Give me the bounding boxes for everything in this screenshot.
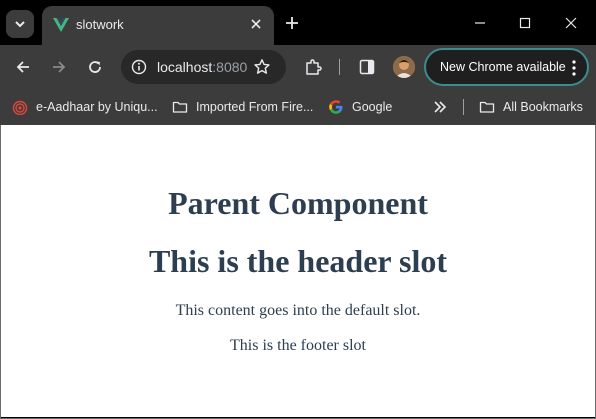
- url-host: localhost: [157, 59, 213, 75]
- back-button[interactable]: [11, 55, 35, 79]
- url-text[interactable]: localhost:8080: [157, 59, 247, 75]
- double-chevron-right-icon: [434, 101, 447, 113]
- aadhaar-icon: [12, 100, 28, 115]
- site-info-icon[interactable]: [131, 59, 147, 75]
- maximize-button[interactable]: [512, 10, 538, 36]
- more-vert-icon: [572, 60, 576, 76]
- bookmarks-bar: e-Aadhaar by Uniqu... Imported From Fire…: [0, 89, 596, 125]
- profile-avatar[interactable]: [393, 56, 415, 78]
- bookmark-eaadhaar[interactable]: e-Aadhaar by Uniqu...: [12, 97, 158, 117]
- forward-button[interactable]: [47, 55, 71, 79]
- bookmark-google[interactable]: Google: [328, 97, 392, 117]
- footer-slot-text: This is the footer slot: [230, 337, 366, 354]
- bookmark-all-bookmarks[interactable]: All Bookmarks: [479, 97, 583, 117]
- header-slot-heading: This is the header slot: [148, 243, 448, 279]
- profile-photo-icon: [393, 56, 415, 78]
- close-icon: [565, 17, 577, 29]
- bookmark-label: e-Aadhaar by Uniqu...: [36, 100, 158, 114]
- bookmark-label: All Bookmarks: [503, 100, 583, 114]
- bookmarks-separator: [463, 99, 464, 115]
- bookmark-imported-folder[interactable]: Imported From Fire...: [172, 97, 313, 117]
- side-panel-button[interactable]: [355, 55, 379, 79]
- side-panel-icon: [359, 59, 375, 75]
- close-tab-icon[interactable]: [248, 16, 264, 32]
- bookmark-star-icon[interactable]: [253, 58, 271, 76]
- close-window-button[interactable]: [558, 10, 584, 36]
- new-chrome-available-button[interactable]: New Chrome available: [424, 48, 589, 86]
- arrow-left-icon: [16, 61, 29, 73]
- address-bar[interactable]: localhost:8080: [121, 50, 286, 84]
- tab-search-button[interactable]: [6, 10, 34, 38]
- page-content: Parent Component This is the header slot…: [1, 125, 595, 417]
- reload-button[interactable]: [83, 55, 107, 79]
- new-tab-icon[interactable]: [282, 13, 302, 33]
- minimize-icon: [475, 22, 485, 24]
- minimize-button[interactable]: [467, 10, 493, 36]
- toolbar-separator: [339, 59, 340, 75]
- google-icon: [329, 100, 343, 114]
- update-label: New Chrome available: [440, 60, 566, 74]
- tab-slotwork[interactable]: slotwork: [42, 6, 274, 45]
- extensions-button[interactable]: [301, 55, 325, 79]
- vue-logo-icon: [53, 18, 69, 32]
- folder-icon: [479, 101, 495, 113]
- maximize-icon: [519, 17, 531, 29]
- tab-title: slotwork: [76, 17, 124, 32]
- puzzle-icon: [306, 59, 322, 75]
- bookmarks-overflow-button[interactable]: [432, 97, 456, 117]
- reload-icon: [89, 61, 101, 73]
- toolbar: localhost:8080 New Chrome available: [0, 45, 596, 89]
- bookmark-label: Imported From Fire...: [196, 100, 314, 114]
- tab-strip: slotwork: [0, 0, 596, 45]
- page-title: Parent Component: [168, 185, 428, 221]
- default-slot-text: This content goes into the default slot.: [175, 302, 421, 319]
- bookmark-label: Google: [352, 100, 393, 114]
- arrow-right-icon: [53, 61, 66, 73]
- chevron-down-icon: [15, 21, 25, 28]
- folder-icon: [172, 101, 188, 113]
- url-port: :8080: [212, 59, 248, 75]
